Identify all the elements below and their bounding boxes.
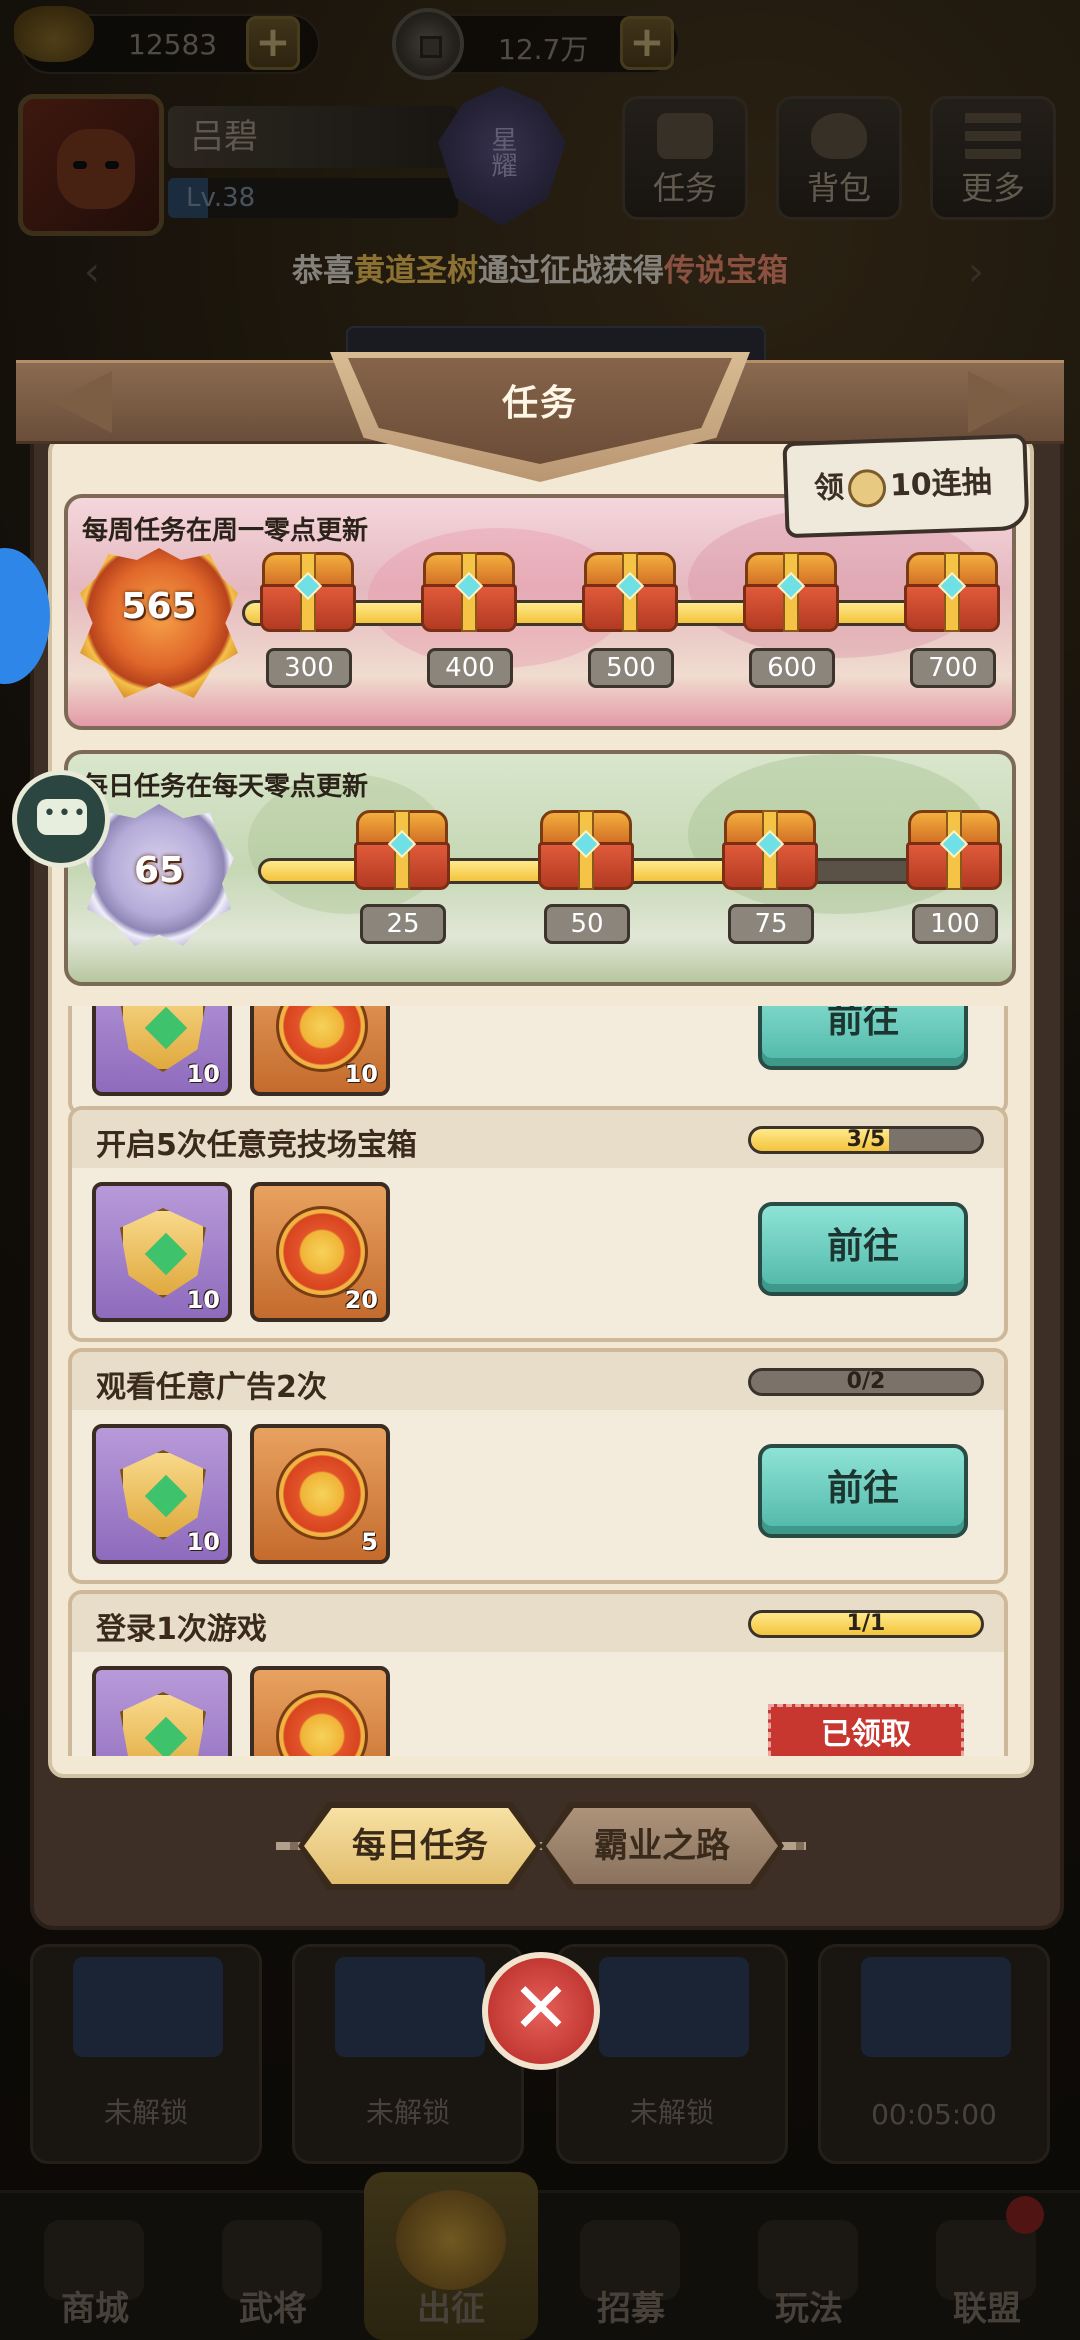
daily-track-fill xyxy=(261,861,737,881)
reward-item[interactable]: 10 xyxy=(92,1006,232,1096)
shield-gem-icon xyxy=(120,1450,206,1540)
task-progress-bar: 0/2 xyxy=(748,1368,984,1396)
star-medal-icon xyxy=(276,1206,368,1298)
task-row: 登录1次游戏 1/1 已领取 xyxy=(68,1590,1008,1756)
panel-title: 任务 xyxy=(501,383,578,424)
go-button[interactable]: 前往 xyxy=(758,1202,968,1296)
task-list[interactable]: 10 10 前往 开启5次任意竞技场宝箱 3/5 10 20 前往 观看任意广告2次 0/2 10 5… xyxy=(68,1006,1008,1756)
task-title: 开启5次任意竞技场宝箱 xyxy=(96,1128,417,1163)
tab-path-to-power[interactable]: 霸业之路 xyxy=(546,1808,778,1884)
task-row: 10 10 前往 xyxy=(68,1006,1008,1116)
task-progress-text: 0/2 xyxy=(846,1369,886,1394)
reward-chest-icon[interactable] xyxy=(417,548,521,634)
task-progress-bar: 1/1 xyxy=(748,1610,984,1638)
reward-count: 10 xyxy=(186,1060,220,1088)
reward-chest-icon[interactable] xyxy=(578,548,682,634)
task-progress-text: 1/1 xyxy=(846,1611,886,1636)
chat-bubble-icon xyxy=(37,799,88,835)
reward-item[interactable]: 20 xyxy=(250,1182,390,1322)
milestone-label: 100 xyxy=(912,904,998,944)
milestone-label: 75 xyxy=(728,904,814,944)
go-button[interactable]: 前往 xyxy=(758,1006,968,1070)
shield-gem-icon xyxy=(120,1208,206,1298)
reward-count: 5 xyxy=(361,1528,378,1556)
weekly-points: 565 xyxy=(121,586,197,627)
reward-count: 20 xyxy=(344,1286,378,1314)
reward-item[interactable] xyxy=(250,1666,390,1756)
reward-count: 10 xyxy=(186,1528,220,1556)
milestone-label: 400 xyxy=(427,648,513,688)
reward-chest-icon[interactable] xyxy=(350,806,454,892)
star-medal-icon xyxy=(276,1448,368,1540)
task-title: 登录1次游戏 xyxy=(96,1612,267,1647)
reward-count: 10 xyxy=(344,1060,378,1088)
tab-daily-tasks[interactable]: 每日任务 xyxy=(304,1808,536,1884)
chat-button[interactable] xyxy=(12,770,110,868)
claimed-stamp: 已领取 xyxy=(768,1704,964,1756)
draw-prefix: 领 xyxy=(813,470,845,507)
reward-item[interactable]: 10 xyxy=(250,1006,390,1096)
daily-points: 65 xyxy=(133,850,185,891)
milestone-label: 700 xyxy=(910,648,996,688)
reward-chest-icon[interactable] xyxy=(534,806,638,892)
task-progress-text: 3/5 xyxy=(846,1127,886,1152)
reward-item[interactable] xyxy=(92,1666,232,1756)
reward-item[interactable]: 10 xyxy=(92,1182,232,1322)
daily-caption: 每日任务在每天零点更新 xyxy=(82,772,369,802)
milestone-label: 300 xyxy=(266,648,352,688)
reward-chest-icon[interactable] xyxy=(256,548,360,634)
reward-chest-icon[interactable] xyxy=(902,806,1006,892)
go-button[interactable]: 前往 xyxy=(758,1444,968,1538)
close-button[interactable]: ✕ xyxy=(482,1952,600,2070)
ten-draw-badge[interactable]: 领 10连抽 xyxy=(782,433,1030,539)
reward-chest-icon[interactable] xyxy=(739,548,843,634)
reward-item[interactable]: 5 xyxy=(250,1424,390,1564)
milestone-label: 500 xyxy=(588,648,674,688)
task-row: 开启5次任意竞技场宝箱 3/5 10 20 前往 xyxy=(68,1106,1008,1342)
star-medal-icon xyxy=(276,1690,368,1756)
scroll-token-icon xyxy=(847,468,887,508)
reward-item[interactable]: 10 xyxy=(92,1424,232,1564)
shield-gem-icon xyxy=(120,1692,206,1756)
reward-count: 10 xyxy=(186,1286,220,1314)
task-row: 观看任意广告2次 0/2 10 5 前往 xyxy=(68,1348,1008,1584)
milestone-label: 50 xyxy=(544,904,630,944)
draw-suffix: 10连抽 xyxy=(889,465,993,504)
task-progress-bar: 3/5 xyxy=(748,1126,984,1154)
milestone-label: 25 xyxy=(360,904,446,944)
milestone-label: 600 xyxy=(749,648,835,688)
task-title: 观看任意广告2次 xyxy=(96,1370,327,1405)
reward-chest-icon[interactable] xyxy=(718,806,822,892)
reward-chest-icon[interactable] xyxy=(900,548,1004,634)
weekly-caption: 每周任务在周一零点更新 xyxy=(82,516,369,546)
